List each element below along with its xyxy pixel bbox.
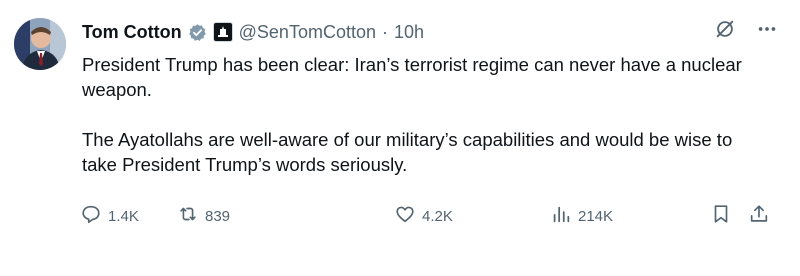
tweet-card[interactable]: Tom Cotton @SenTomCotton · 10h President…: [0, 0, 800, 276]
reply-count: 1.4K: [108, 207, 139, 225]
share-icon: [748, 203, 770, 229]
author-handle[interactable]: @SenTomCotton: [239, 20, 376, 44]
like-count: 4.2K: [422, 207, 453, 225]
views-button[interactable]: 214K: [550, 202, 613, 230]
views-count: 214K: [578, 207, 614, 225]
like-button[interactable]: 4.2K: [394, 202, 453, 230]
reply-icon: [80, 203, 102, 229]
avatar[interactable]: [14, 18, 66, 70]
repost-icon: [177, 203, 199, 229]
reply-button[interactable]: 1.4K: [80, 202, 139, 230]
like-icon: [394, 203, 416, 229]
separator-dot: ·: [381, 22, 388, 42]
tweet-header: Tom Cotton @SenTomCotton · 10h: [82, 20, 424, 44]
views-icon: [550, 203, 572, 229]
grok-icon[interactable]: [714, 18, 736, 40]
top-right-controls: [714, 18, 778, 40]
tweet-paragraph: President Trump has been clear: Iran’s t…: [82, 54, 742, 100]
bookmark-icon: [710, 203, 732, 229]
repost-button[interactable]: 839: [177, 202, 230, 230]
timestamp[interactable]: 10h: [394, 20, 424, 44]
author-name[interactable]: Tom Cotton: [82, 20, 182, 44]
tweet-text: President Trump has been clear: Iran’s t…: [82, 52, 772, 177]
more-icon[interactable]: [756, 18, 778, 40]
share-button[interactable]: [748, 202, 770, 230]
verified-badge-icon[interactable]: [188, 23, 207, 42]
repost-count: 839: [205, 207, 231, 225]
action-bar: 1.4K 839 4.2K 214K: [80, 202, 772, 230]
government-affiliation-badge-icon[interactable]: [212, 22, 233, 42]
tweet-paragraph: The Ayatollahs are well-aware of our mil…: [82, 129, 733, 175]
bookmark-button[interactable]: [710, 202, 732, 230]
